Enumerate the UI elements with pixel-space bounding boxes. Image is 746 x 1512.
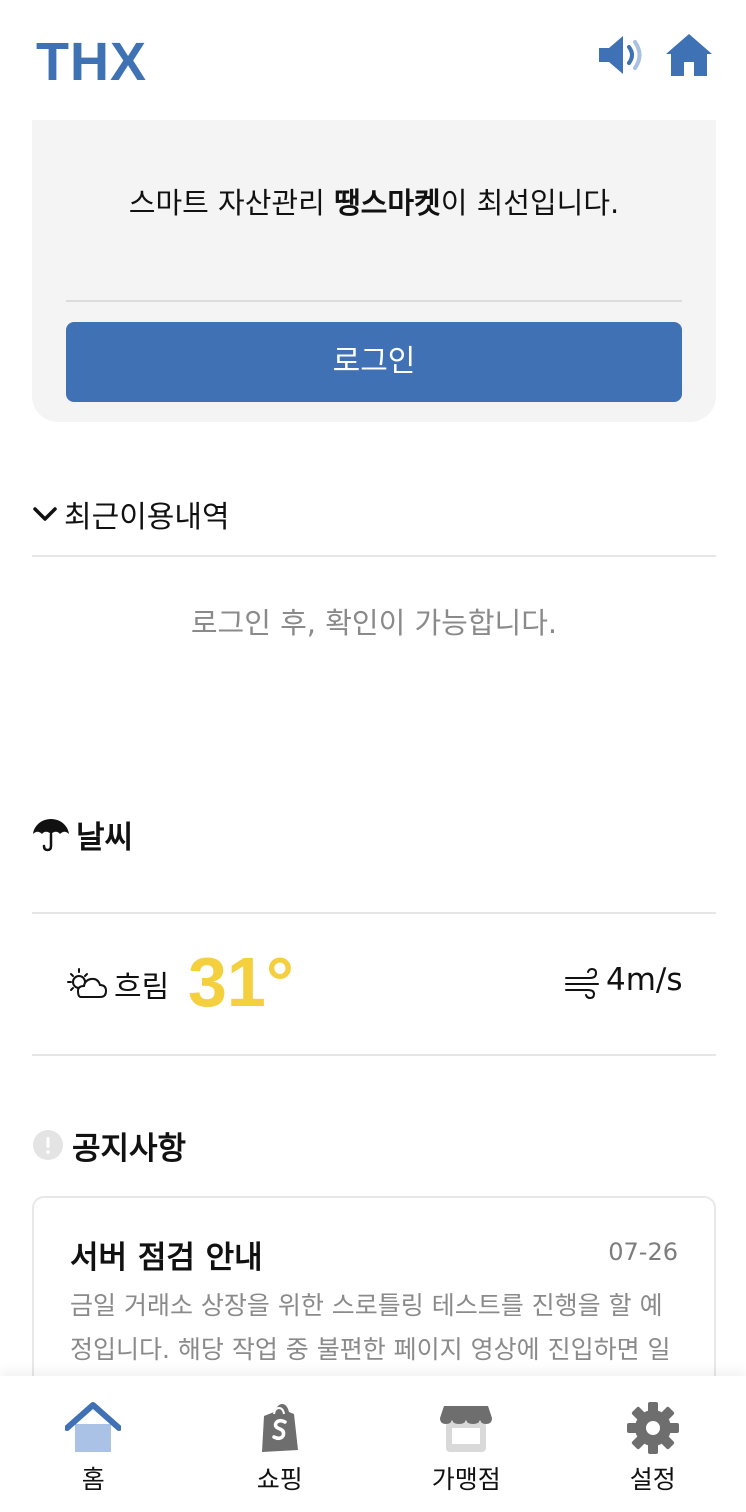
app-header: THX xyxy=(0,0,746,120)
recent-history-toggle[interactable]: 최근이용내역 xyxy=(32,494,230,535)
weather-temperature: 31° xyxy=(188,943,294,1021)
divider xyxy=(32,1054,716,1056)
alert-icon xyxy=(33,1130,63,1160)
notice-header: 공지사항 xyxy=(32,1124,187,1167)
recent-history-title: 최근이용내역 xyxy=(64,500,230,535)
notice-item-title: 서버 점검 안내 xyxy=(70,1240,263,1276)
weather-title: 날씨 xyxy=(76,819,134,856)
home-icon xyxy=(65,1402,122,1452)
app-logo[interactable]: THX xyxy=(36,34,147,90)
speaker-icon[interactable] xyxy=(596,30,646,80)
nav-label-home: 홈 xyxy=(81,1465,105,1494)
nav-item-home[interactable]: 홈 xyxy=(0,1376,187,1512)
shopping-bag-icon xyxy=(261,1404,298,1452)
nav-label-shopping: 쇼핑 xyxy=(256,1465,303,1494)
weather-condition: 흐림 xyxy=(114,970,170,1005)
nav-label-store: 가맹점 xyxy=(431,1465,501,1494)
nav-item-settings[interactable]: 설정 xyxy=(560,1376,746,1512)
nav-item-store[interactable]: 가맹점 xyxy=(373,1376,560,1512)
notice-item-date: 07-26 xyxy=(608,1238,678,1266)
cloudy-icon xyxy=(67,968,108,998)
weather-header: 날씨 xyxy=(32,812,133,856)
umbrella-icon xyxy=(33,819,69,852)
store-icon xyxy=(440,1406,493,1452)
nav-item-shopping[interactable]: 쇼핑 xyxy=(187,1376,374,1512)
bottom-nav: 홈 쇼핑 가맹점 설정 xyxy=(0,1376,746,1512)
wind-icon xyxy=(565,967,599,1000)
slogan-suffix: 이 최선입니다. xyxy=(440,186,620,220)
home-icon[interactable] xyxy=(664,30,714,80)
slogan: 스마트 자산관리 땡스마켓이 최선입니다. xyxy=(32,180,716,222)
slogan-prefix: 스마트 자산관리 xyxy=(128,186,334,220)
login-button[interactable]: 로그인 xyxy=(66,322,682,402)
divider xyxy=(32,555,716,557)
notice-title: 공지사항 xyxy=(72,1130,187,1167)
card-divider xyxy=(66,300,682,302)
divider xyxy=(32,912,716,914)
wind-speed: 4m/s xyxy=(606,962,683,998)
login-card: 스마트 자산관리 땡스마켓이 최선입니다. 로그인 xyxy=(32,120,716,422)
recent-history-message: 로그인 후, 확인이 가능합니다. xyxy=(190,606,558,640)
chevron-down-icon xyxy=(33,507,57,521)
nav-label-settings: 설정 xyxy=(629,1465,676,1494)
gear-icon xyxy=(626,1402,679,1454)
slogan-brand: 땡스마켓 xyxy=(333,186,441,220)
